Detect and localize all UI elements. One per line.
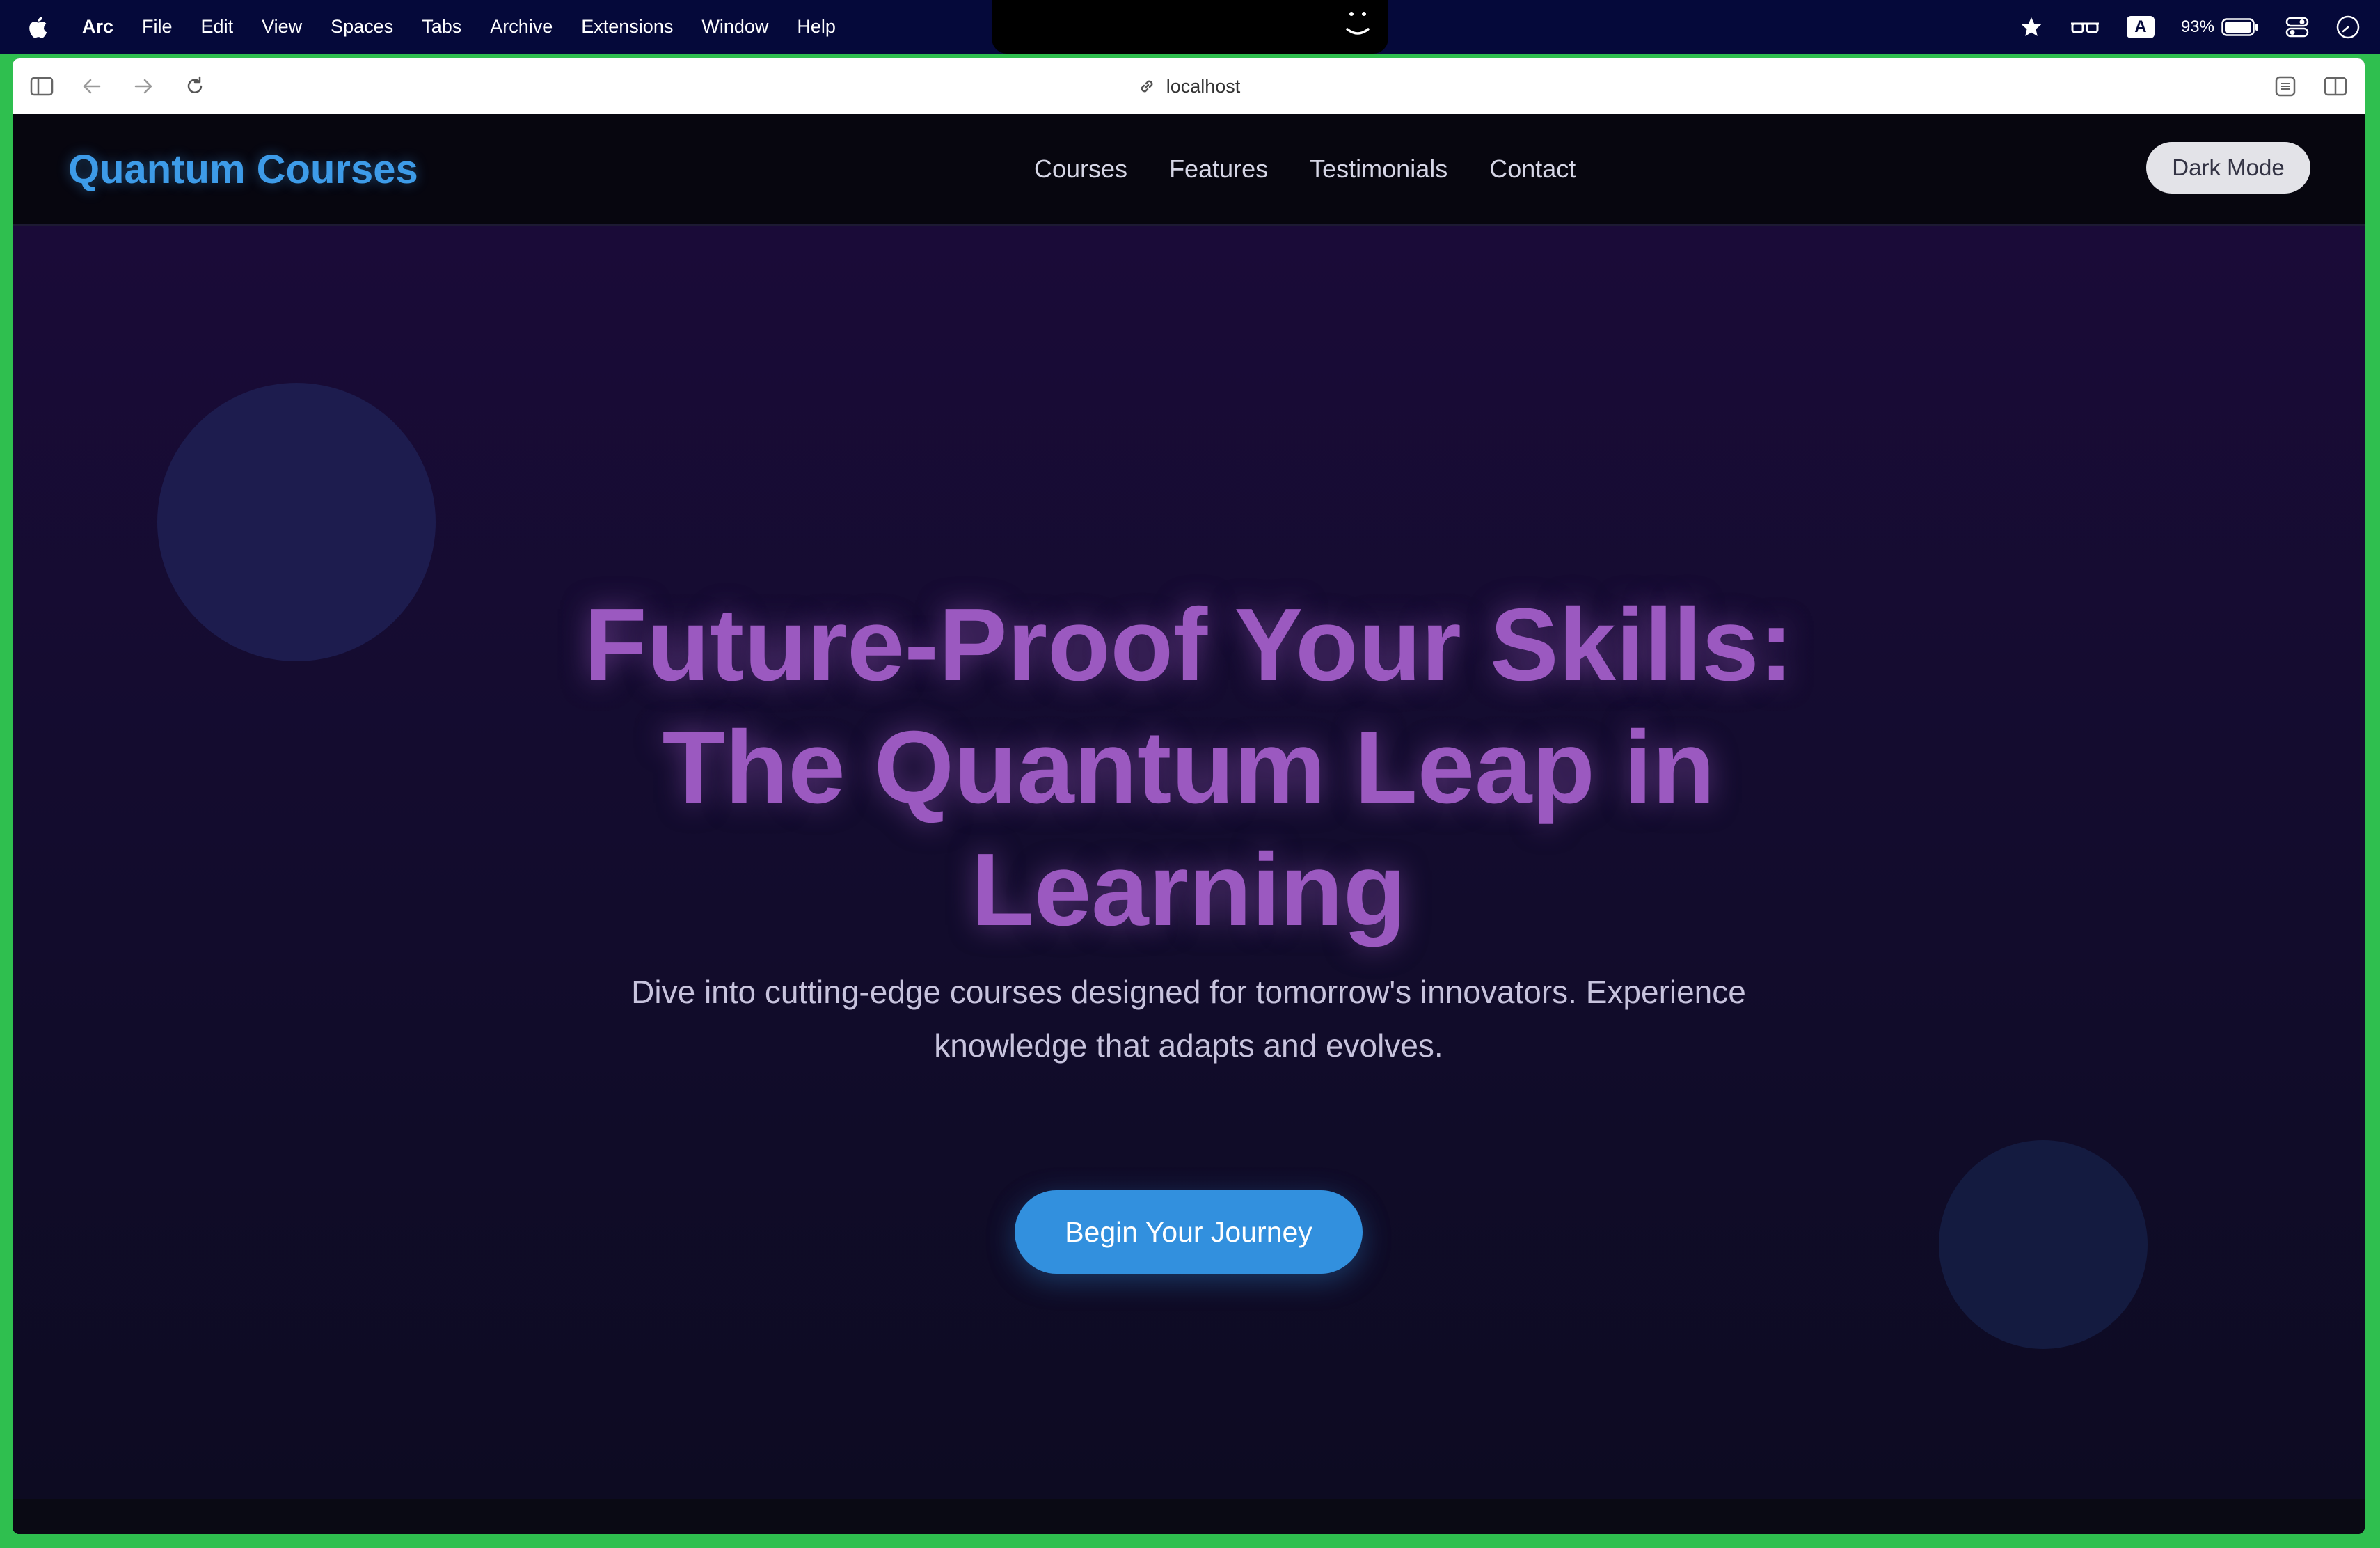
camera-notch (992, 0, 1388, 54)
clock-icon[interactable] (2335, 15, 2361, 40)
menu-archive[interactable]: Archive (490, 16, 553, 38)
site-navbar: Quantum Courses Courses Features Testimo… (13, 114, 2365, 226)
control-center-icon[interactable] (2285, 17, 2309, 38)
apple-icon[interactable] (28, 15, 47, 39)
capture-icon (2275, 76, 2296, 97)
nav-link-testimonials[interactable]: Testimonials (1310, 155, 1447, 184)
hero-section: Future-Proof Your Skills: The Quantum Le… (13, 226, 2365, 1499)
nav-links: Courses Features Testimonials Contact (1034, 114, 1617, 224)
smiley-face-icon[interactable] (1342, 6, 1374, 43)
menu-help[interactable]: Help (797, 16, 836, 38)
glasses-icon[interactable] (2070, 17, 2100, 38)
menu-window[interactable]: Window (701, 16, 768, 38)
decorative-orb (1939, 1140, 2148, 1349)
split-view-button[interactable] (2322, 72, 2349, 100)
address-bar[interactable]: localhost (13, 58, 2365, 114)
macos-menu-bar: Arc File Edit View Spaces Tabs Archive E… (0, 0, 2380, 54)
nav-link-features[interactable]: Features (1169, 155, 1268, 184)
menu-view[interactable]: View (262, 16, 302, 38)
menu-extensions[interactable]: Extensions (581, 16, 673, 38)
site-logo[interactable]: Quantum Courses (68, 114, 418, 224)
dark-mode-toggle-button[interactable]: Dark Mode (2146, 142, 2310, 194)
nav-link-courses[interactable]: Courses (1034, 155, 1127, 184)
web-page: Quantum Courses Courses Features Testimo… (13, 114, 2365, 1534)
battery-percent: 93% (2180, 17, 2214, 36)
browser-window: localhost Quantum Courses Courses Featur… (13, 58, 2365, 1534)
battery-icon[interactable] (2221, 17, 2259, 36)
browser-toolbar: localhost (13, 58, 2365, 115)
split-view-icon (2324, 77, 2347, 96)
begin-journey-button[interactable]: Begin Your Journey (1015, 1190, 1363, 1274)
menu-app-name[interactable]: Arc (82, 16, 113, 38)
menu-file[interactable]: File (142, 16, 173, 38)
hero-title: Future-Proof Your Skills: The Quantum Le… (584, 587, 1793, 947)
nav-link-contact[interactable]: Contact (1489, 155, 1576, 184)
link-icon (1141, 80, 1153, 93)
menu-spaces[interactable]: Spaces (331, 16, 393, 38)
hero-subtitle: Dive into cutting-edge courses designed … (631, 974, 1746, 1064)
page-footer-edge (13, 1499, 2365, 1534)
input-source-badge[interactable]: A (2126, 15, 2155, 38)
url-text: localhost (1166, 75, 1241, 97)
capture-button[interactable] (2271, 72, 2299, 100)
decorative-orb (157, 383, 436, 661)
menu-edit[interactable]: Edit (201, 16, 234, 38)
star-icon[interactable] (2020, 15, 2043, 39)
menu-tabs[interactable]: Tabs (422, 16, 461, 38)
